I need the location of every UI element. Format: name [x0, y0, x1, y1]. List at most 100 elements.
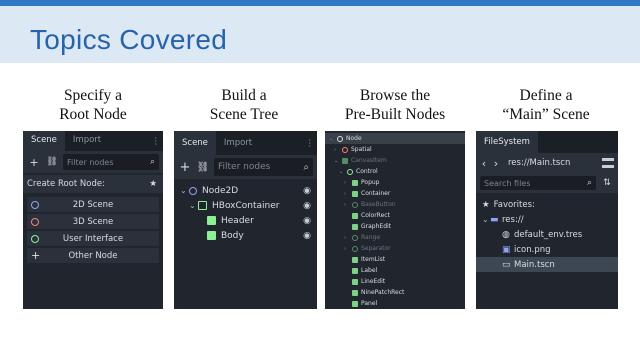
file-item-res-[interactable]: ⌄ ▬ res://: [476, 212, 618, 227]
root-option-2d-scene[interactable]: 2D Scene: [27, 197, 159, 212]
node-type-label: Label: [361, 267, 378, 274]
expand-arrow-icon[interactable]: ›: [344, 180, 349, 186]
file-label: icon.png: [514, 244, 551, 255]
node-type-colorrect[interactable]: ColorRect: [325, 210, 465, 221]
node-label: Node2D: [202, 185, 239, 196]
root-option-other-node[interactable]: + Other Node: [27, 248, 159, 263]
node-type-icon: [342, 157, 348, 164]
tree-node-hboxcontainer[interactable]: ⌄ HBoxContainer ◉: [174, 198, 317, 213]
node-type-icon: [352, 223, 358, 230]
node-type-separator[interactable]: › Separator: [325, 243, 465, 254]
chevron-down-icon[interactable]: ⌄: [482, 215, 490, 224]
create-root-header: Create Root Node: ★: [23, 175, 163, 193]
expand-arrow-icon[interactable]: ›: [334, 147, 339, 153]
node-type-panel[interactable]: Panel: [325, 298, 465, 309]
node-type-label: BaseButton: [361, 201, 396, 208]
tab-filesystem[interactable]: FileSystem: [476, 131, 538, 153]
menu-kebab-icon[interactable]: · · ·: [154, 135, 157, 149]
visibility-eye-icon[interactable]: ◉: [303, 216, 311, 226]
node-type-ninepatchrect[interactable]: NinePatchRect: [325, 287, 465, 298]
node-type-label: Container: [361, 190, 391, 197]
file-item-icon-png[interactable]: ▣ icon.png: [476, 242, 618, 257]
node-type-canvasitem[interactable]: ⌄ CanvasItem: [325, 155, 465, 166]
create-node-list: ⌄ Node › Spatial ⌄ CanvasItem ⌄ Control › Popup › C…: [325, 131, 465, 309]
expand-arrow-icon[interactable]: ⌄: [334, 158, 339, 164]
hbox-icon: [198, 201, 207, 210]
node-type-icon: [342, 146, 348, 153]
tree-node-body[interactable]: Body ◉: [174, 228, 317, 243]
node-type-label: GraphEdit: [361, 223, 392, 230]
search-files-input[interactable]: Search files ⌕: [480, 176, 596, 190]
expand-arrow-icon[interactable]: ›: [344, 246, 349, 252]
caption-scene-tree: Build a Scene Tree: [209, 87, 279, 123]
file-label: Main.tscn: [514, 259, 555, 270]
node-type-icon: [352, 256, 358, 263]
visibility-eye-icon[interactable]: ◉: [303, 201, 311, 211]
link-icon[interactable]: ⛓: [45, 155, 59, 169]
filter-nodes-input[interactable]: Filter nodes ⌕: [214, 158, 313, 176]
root-option-user-interface[interactable]: User Interface: [27, 231, 159, 246]
path-field[interactable]: res://Main.tscn: [504, 158, 598, 168]
node-type-label: Separator: [361, 245, 391, 252]
node-type-container[interactable]: › Container: [325, 188, 465, 199]
tab-import[interactable]: Import: [65, 131, 109, 151]
node-type-range[interactable]: › Range: [325, 232, 465, 243]
tree-node-node2d[interactable]: ⌄ Node2D ◉: [174, 183, 317, 198]
label-icon: [207, 216, 216, 225]
node-type-node[interactable]: ⌄ Node: [325, 133, 465, 144]
node-type-lineedit[interactable]: LineEdit: [325, 276, 465, 287]
file-label: default_env.tres: [514, 229, 583, 240]
slide-title: Topics Covered: [30, 24, 228, 55]
node-type-spatial[interactable]: › Spatial: [325, 144, 465, 155]
expand-arrow-icon[interactable]: ⌄: [339, 169, 344, 175]
option-label: Other Node: [68, 250, 118, 261]
node-type-icon: [352, 190, 358, 197]
globe-icon: ◍: [502, 229, 510, 240]
node-type-graphedit[interactable]: GraphEdit: [325, 221, 465, 232]
forward-arrow-icon[interactable]: ›: [492, 156, 500, 170]
node-type-basebutton[interactable]: › BaseButton: [325, 199, 465, 210]
sort-icon[interactable]: ⇅: [600, 176, 614, 190]
tab-scene[interactable]: Scene: [23, 131, 65, 151]
node2d-circle-icon: [189, 186, 197, 195]
file-item-main-tscn[interactable]: ▭ Main.tscn: [476, 257, 618, 272]
node-type-icon: [352, 245, 358, 252]
node-type-label: CanvasItem: [351, 157, 387, 164]
node-type-icon: [352, 278, 358, 285]
visibility-eye-icon[interactable]: ◉: [303, 231, 311, 241]
file-label: res://: [502, 214, 524, 225]
chevron-down-icon[interactable]: ⌄: [189, 201, 198, 210]
node-type-itemlist[interactable]: ItemList: [325, 254, 465, 265]
tab-import[interactable]: Import: [216, 131, 260, 155]
expand-arrow-icon[interactable]: ›: [344, 191, 349, 197]
expand-arrow-icon[interactable]: ›: [344, 235, 349, 241]
back-arrow-icon[interactable]: ‹: [480, 156, 488, 170]
node-type-label: Panel: [361, 300, 378, 307]
caption-root-node: Specify a Root Node: [59, 87, 127, 123]
tab-scene[interactable]: Scene: [174, 131, 216, 155]
chevron-down-icon[interactable]: ⌄: [180, 186, 189, 195]
split-mode-icon[interactable]: [602, 158, 614, 168]
node-type-control[interactable]: ⌄ Control: [325, 166, 465, 177]
menu-kebab-icon[interactable]: · · ·: [308, 137, 311, 151]
expand-arrow-icon[interactable]: ⌄: [329, 136, 334, 142]
node-type-label: NinePatchRect: [361, 289, 405, 296]
visibility-eye-icon[interactable]: ◉: [303, 186, 311, 196]
node-type-label[interactable]: Label: [325, 265, 465, 276]
node-type-label: Range: [361, 234, 381, 241]
node-type-label: ColorRect: [361, 212, 390, 219]
add-node-icon[interactable]: +: [27, 155, 41, 169]
link-icon[interactable]: ⛓: [196, 160, 210, 174]
option-label: 3D Scene: [72, 216, 114, 227]
tree-node-header[interactable]: Header ◉: [174, 213, 317, 228]
expand-arrow-icon[interactable]: ›: [344, 202, 349, 208]
favorites-row[interactable]: ★ Favorites:: [476, 197, 618, 212]
root-option-3d-scene[interactable]: 3D Scene: [27, 214, 159, 229]
file-item-default-env-tres[interactable]: ◍ default_env.tres: [476, 227, 618, 242]
node-type-icon: [352, 179, 358, 186]
filter-nodes-input[interactable]: Filter nodes ⌕: [63, 154, 159, 170]
favorite-star-icon[interactable]: ★: [149, 179, 157, 189]
option-label: User Interface: [62, 233, 124, 244]
add-node-icon[interactable]: +: [178, 160, 192, 175]
node-type-popup[interactable]: › Popup: [325, 177, 465, 188]
